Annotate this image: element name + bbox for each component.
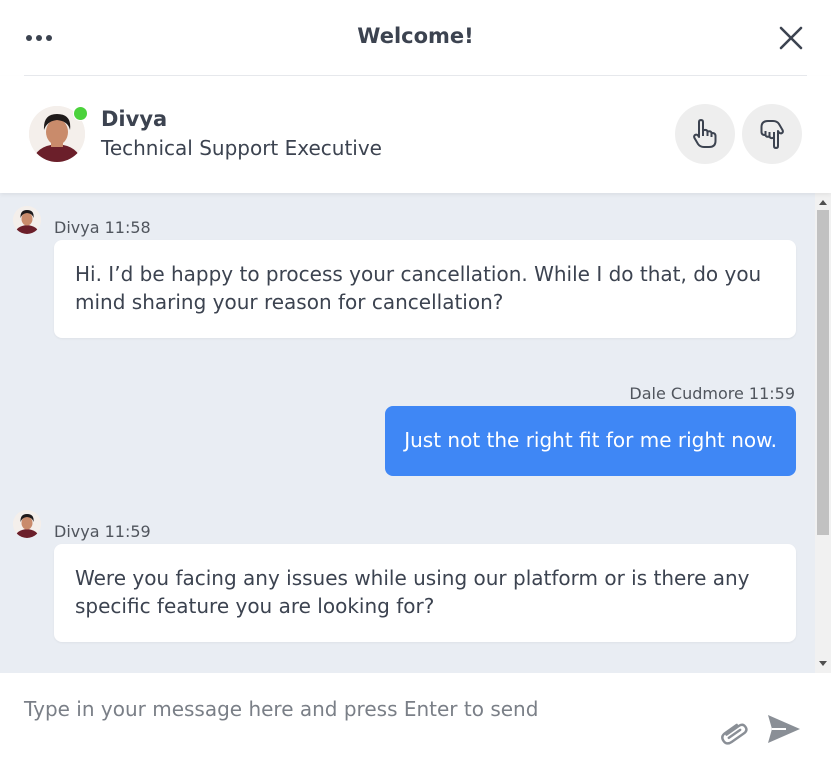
incoming-message-bubble: Hi. I’d be happy to process your cancell… xyxy=(54,240,796,338)
incoming-message-bubble: Were you facing any issues while using o… xyxy=(54,544,796,642)
thumbs-up-icon xyxy=(693,119,717,148)
caret-up-icon xyxy=(819,200,827,205)
agent-bar: Divya Technical Support Executive xyxy=(0,76,831,193)
chat-title: Welcome! xyxy=(357,24,474,48)
message-meta: Divya 11:58 xyxy=(54,218,151,237)
scroll-up-button[interactable] xyxy=(815,195,831,209)
agent-avatar-small xyxy=(13,510,41,538)
scrollbar-thumb[interactable] xyxy=(817,210,829,535)
chat-widget: Welcome! Divya Technical Support Executi… xyxy=(0,0,831,784)
thumbs-down-icon xyxy=(760,120,784,149)
message-list[interactable]: Divya 11:58 Hi. I’d be happy to process … xyxy=(0,193,815,673)
send-icon xyxy=(768,715,800,743)
agent-name: Divya xyxy=(101,107,168,131)
close-button[interactable] xyxy=(777,24,805,52)
send-button[interactable] xyxy=(766,713,802,745)
message-scrollbar[interactable] xyxy=(815,193,831,673)
attach-file-button[interactable] xyxy=(716,715,750,745)
chat-header: Welcome! xyxy=(0,0,831,76)
message-input[interactable] xyxy=(0,673,690,757)
message-composer xyxy=(0,673,831,784)
thumbs-down-button[interactable] xyxy=(742,104,802,164)
scroll-down-button[interactable] xyxy=(815,657,831,671)
message-meta: Dale Cudmore 11:59 xyxy=(629,384,795,403)
caret-down-icon xyxy=(819,661,827,666)
online-status-dot xyxy=(73,106,88,121)
outgoing-message-bubble: Just not the right fit for me right now. xyxy=(385,406,796,476)
message-meta: Divya 11:59 xyxy=(54,522,151,541)
paperclip-icon xyxy=(721,723,748,745)
thumbs-up-button[interactable] xyxy=(675,104,735,164)
agent-avatar-small xyxy=(13,206,41,234)
agent-role: Technical Support Executive xyxy=(101,136,382,160)
close-icon xyxy=(779,26,803,50)
